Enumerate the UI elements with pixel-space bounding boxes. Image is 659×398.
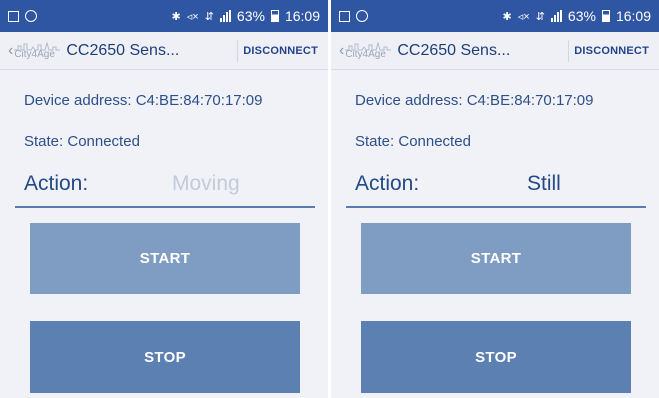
battery-percent: 63% [567,8,596,24]
status-bar: ✱ ◃× ⇵ 63% 16:09 [331,0,659,32]
back-chevron-icon[interactable]: ‹ [8,42,13,60]
bluetooth-icon: ✱ [502,10,512,23]
start-button[interactable]: START [30,223,300,294]
status-left-icons [8,10,37,22]
connection-state: State: Connected [355,133,471,150]
device-address: Device address: C4:BE:84:70:17:09 [24,92,263,109]
network-icon: ⇵ [535,10,545,23]
battery-percent: 63% [236,8,265,24]
toolbar-divider [568,40,569,62]
battery-icon [270,10,279,22]
mute-icon: ◃× [517,10,530,23]
disconnect-button[interactable]: DISCONNECT [574,45,649,57]
phone-screen-right: ✱ ◃× ⇵ 63% 16:09 ‹ City4Age CC2650 Sens.… [331,0,659,398]
bluetooth-icon: ✱ [171,10,181,23]
signal-icon [550,10,562,22]
whatsapp-icon [356,10,368,22]
app-toolbar: ‹ City4Age CC2650 Sens... DISCONNECT [0,32,328,70]
action-underline [15,206,315,208]
mute-icon: ◃× [186,10,199,23]
toolbar-divider [237,40,238,62]
notification-icon [339,10,350,22]
city4age-logo: City4Age [14,41,61,60]
app-title: CC2650 Sens... [397,41,511,59]
stop-button[interactable]: STOP [361,321,631,393]
status-bar: ✱ ◃× ⇵ 63% 16:09 [0,0,328,32]
whatsapp-icon [25,10,37,22]
action-label: Action: [24,172,89,195]
device-address: Device address: C4:BE:84:70:17:09 [355,92,594,109]
notification-icon [8,10,19,22]
app-title: CC2650 Sens... [66,41,180,59]
start-button[interactable]: START [361,223,631,294]
stop-button[interactable]: STOP [30,321,300,393]
status-right-icons: ✱ ◃× ⇵ 63% 16:09 [172,8,320,24]
battery-icon [601,10,610,22]
action-underline [346,206,646,208]
network-icon: ⇵ [204,10,214,23]
status-right-icons: ✱ ◃× ⇵ 63% 16:09 [503,8,651,24]
phone-screen-left: ✱ ◃× ⇵ 63% 16:09 ‹ City4Age CC2650 Sens.… [0,0,328,398]
status-time: 16:09 [284,8,320,24]
connection-state: State: Connected [24,133,140,150]
action-value: Moving [172,172,240,195]
status-left-icons [339,10,368,22]
status-time: 16:09 [615,8,651,24]
action-label: Action: [355,172,420,195]
signal-icon [219,10,231,22]
disconnect-button[interactable]: DISCONNECT [243,45,318,57]
action-value: Still [527,172,561,195]
app-toolbar: ‹ City4Age CC2650 Sens... DISCONNECT [331,32,659,70]
city4age-logo: City4Age [345,41,392,60]
back-chevron-icon[interactable]: ‹ [339,42,344,60]
